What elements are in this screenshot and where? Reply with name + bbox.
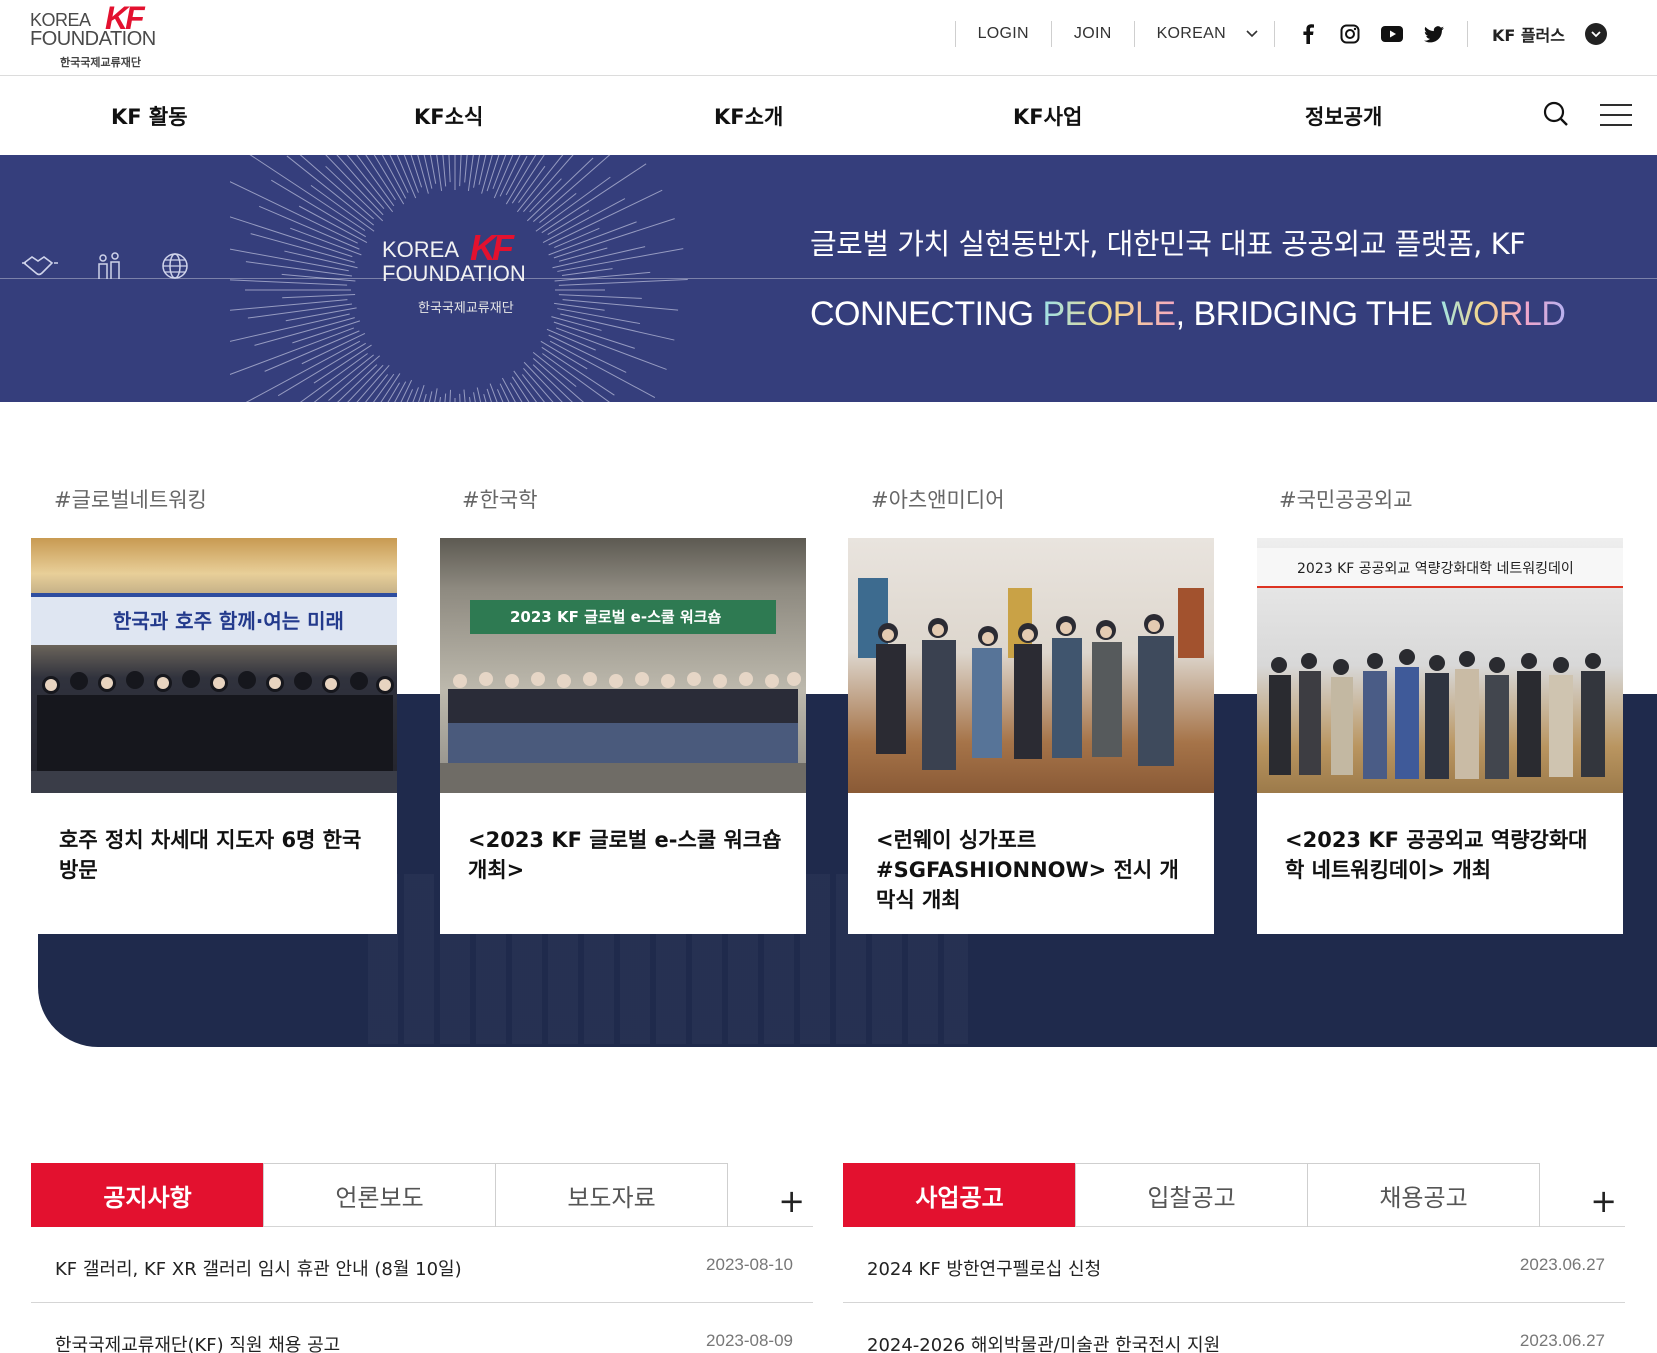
nav-item-kf-about[interactable]: KF소개 xyxy=(714,101,783,131)
card-title: 호주 정치 차세대 지도자 6명 한국 방문 xyxy=(59,828,362,882)
event-banner: 한국과 호주 함께·여는 미래 xyxy=(31,593,397,645)
chevron-down-circle-icon xyxy=(1585,23,1607,45)
nav-item-kf-activities[interactable]: KF 활동 xyxy=(111,101,188,131)
nav-item-kf-news[interactable]: KF소식 xyxy=(414,101,483,131)
hamburger-menu-icon[interactable] xyxy=(1600,104,1632,130)
hero-logo-mark: KF xyxy=(470,227,514,268)
more-plus-icon[interactable]: + xyxy=(778,1185,805,1217)
more-plus-icon[interactable]: + xyxy=(1590,1185,1617,1217)
list-item[interactable]: 한국국제교류재단(KF) 직원 채용 공고 2023-08-09 xyxy=(31,1303,813,1353)
language-label: KOREAN xyxy=(1156,25,1226,42)
hero-icons xyxy=(22,251,190,285)
top-bar: KOREA FOUNDATION KF 한국국제교류재단 LOGIN JOIN … xyxy=(0,0,1657,76)
utility-menu: LOGIN JOIN KOREAN KF 플러스 xyxy=(954,16,1657,52)
tab-recruitment[interactable]: 채용공고 xyxy=(1307,1163,1540,1227)
card-photo: 한국과 호주 함께·여는 미래 xyxy=(31,538,397,793)
social-links xyxy=(1275,23,1467,45)
chevron-down-icon xyxy=(1246,27,1258,41)
exhibition-photo-scene xyxy=(858,578,1204,770)
hero-subtitle: 글로벌 가치 실현동반자, 대한민국 대표 공공외교 플랫폼, KF xyxy=(810,227,1526,261)
list-item[interactable]: KF 갤러리, KF XR 갤러리 임시 휴관 안내 (8월 10일) 2023… xyxy=(31,1227,813,1303)
logo-mark: KF xyxy=(105,0,145,36)
news-card[interactable]: <런웨이 싱가포르 #SGFASHIONNOW> 전시 개막식 개최 xyxy=(848,538,1214,934)
instagram-icon[interactable] xyxy=(1339,23,1361,45)
kf-plus-menu[interactable]: KF 플러스 xyxy=(1468,22,1657,46)
list-item[interactable]: 2024-2026 해외박물관/미술관 한국전시 지원 2023.06.27 xyxy=(843,1303,1625,1353)
globe-icon xyxy=(160,251,190,285)
tab-bid-announcements[interactable]: 입찰공고 xyxy=(1075,1163,1308,1227)
card-title: <런웨이 싱가포르 #SGFASHIONNOW> 전시 개막식 개최 xyxy=(876,828,1179,912)
event-banner-text: 2023 KF 공공외교 역량강화대학 네트워킹데이 xyxy=(1297,561,1574,577)
card-title: <2023 KF 공공외교 역량강화대학 네트워킹데이> 개최 xyxy=(1285,828,1588,882)
news-card[interactable]: 한국과 호주 함께·여는 미래 호주 정치 차세대 지도자 6명 한국 방문 xyxy=(31,538,397,934)
card-tag[interactable]: #아츠앤미디어 xyxy=(871,484,1005,514)
event-banner-text: 한국과 호주 함께·여는 미래 xyxy=(113,609,344,633)
kf-logo[interactable]: KOREA FOUNDATION KF 한국국제교류재단 xyxy=(30,0,156,72)
hero-logo-korean: 한국국제교류재단 xyxy=(418,301,514,316)
login-link[interactable]: LOGIN xyxy=(956,25,1051,43)
news-card[interactable]: 2023 KF 공공외교 역량강화대학 네트워킹데이 <2023 KF 공공외교… xyxy=(1257,538,1623,934)
facebook-icon[interactable] xyxy=(1297,23,1319,45)
slogan-part: , BRIDGING THE xyxy=(1175,295,1442,333)
card-title: <2023 KF 글로벌 e-스쿨 워크숍 개최> xyxy=(468,828,782,882)
card-tag[interactable]: #한국학 xyxy=(462,484,538,514)
card-tag[interactable]: #글로벌네트워킹 xyxy=(54,484,207,514)
join-link[interactable]: JOIN xyxy=(1052,25,1134,43)
logo-korean: 한국국제교류재단 xyxy=(60,56,141,69)
tab-notices[interactable]: 공지사항 xyxy=(31,1163,264,1227)
tab-press-coverage[interactable]: 언론보도 xyxy=(263,1163,496,1227)
card-photo: 2023 KF 글로벌 e-스쿨 워크숍 xyxy=(440,538,806,793)
hero-logo: KOREA FOUNDATION KF 한국국제교류재단 xyxy=(382,227,542,335)
group-photo-people xyxy=(31,670,397,793)
event-banner-text: 2023 KF 글로벌 e-스쿨 워크숍 xyxy=(510,608,722,626)
list-item-date: 2023.06.27 xyxy=(1519,1255,1605,1274)
main-nav: KF 활동 KF소식 KF소개 KF사업 정보공개 xyxy=(0,77,1657,155)
tab-press-releases[interactable]: 보도자료 xyxy=(495,1163,728,1227)
board-tabs: 사업공고 입찰공고 채용공고 + xyxy=(843,1163,1625,1227)
event-banner: 2023 KF 글로벌 e-스쿨 워크숍 xyxy=(470,600,776,634)
handshake-icon xyxy=(22,251,58,285)
list-item-date: 2023-08-09 xyxy=(706,1331,793,1350)
list-item-title: 한국국제교류재단(KF) 직원 채용 공고 xyxy=(55,1335,341,1353)
tab-project-announcements[interactable]: 사업공고 xyxy=(843,1163,1076,1227)
slogan-highlight-world: WORLD xyxy=(1441,295,1566,333)
card-photo xyxy=(848,538,1214,793)
card-tag[interactable]: #국민공공외교 xyxy=(1279,484,1413,514)
slogan-highlight-people: PEOPLE xyxy=(1042,295,1177,333)
group-photo-people xyxy=(1269,649,1605,779)
search-icon[interactable] xyxy=(1543,101,1569,131)
group-photo-people xyxy=(440,672,806,793)
card-photo: 2023 KF 공공외교 역량강화대학 네트워킹데이 xyxy=(1257,538,1623,793)
news-card[interactable]: 2023 KF 글로벌 e-스쿨 워크숍 <2023 KF 글로벌 e-스쿨 워… xyxy=(440,538,806,934)
list-item-date: 2023.06.27 xyxy=(1519,1331,1605,1350)
list-item-title: 2024 KF 방한연구펠로십 신청 xyxy=(867,1259,1102,1280)
nav-item-disclosure[interactable]: 정보공개 xyxy=(1305,101,1382,131)
list-item[interactable]: 2024 KF 방한연구펠로십 신청 2023.06.27 xyxy=(843,1227,1625,1303)
list-item-title: KF 갤러리, KF XR 갤러리 임시 휴관 안내 (8월 10일) xyxy=(55,1259,462,1280)
list-item-title: 2024-2026 해외박물관/미술관 한국전시 지원 xyxy=(867,1335,1221,1353)
hero-banner: KOREA FOUNDATION KF 한국국제교류재단 글로벌 가치 실현동반… xyxy=(0,155,1657,402)
youtube-icon[interactable] xyxy=(1380,23,1403,45)
event-banner: 2023 KF 공공외교 역량강화대학 네트워킹데이 xyxy=(1257,548,1623,588)
twitter-icon[interactable] xyxy=(1423,23,1445,45)
people-icon xyxy=(94,251,124,285)
slogan-part: CONNECTING xyxy=(810,295,1043,333)
list-item-date: 2023-08-10 xyxy=(706,1255,793,1274)
kf-plus-label: KF 플러스 xyxy=(1491,26,1565,45)
language-select[interactable]: KOREAN xyxy=(1135,25,1274,43)
nav-item-kf-projects[interactable]: KF사업 xyxy=(1013,101,1082,131)
notice-board: 공지사항 언론보도 보도자료 + KF 갤러리, KF XR 갤러리 임시 휴관… xyxy=(31,1163,813,1353)
announcement-board: 사업공고 입찰공고 채용공고 + 2024 KF 방한연구펠로십 신청 2023… xyxy=(843,1163,1625,1353)
hero-slogan: CONNECTING PEOPLE, BRIDGING THE WORLD xyxy=(810,295,1566,334)
hero-logo-korea: KOREA xyxy=(382,237,460,262)
board-tabs: 공지사항 언론보도 보도자료 + xyxy=(31,1163,813,1227)
